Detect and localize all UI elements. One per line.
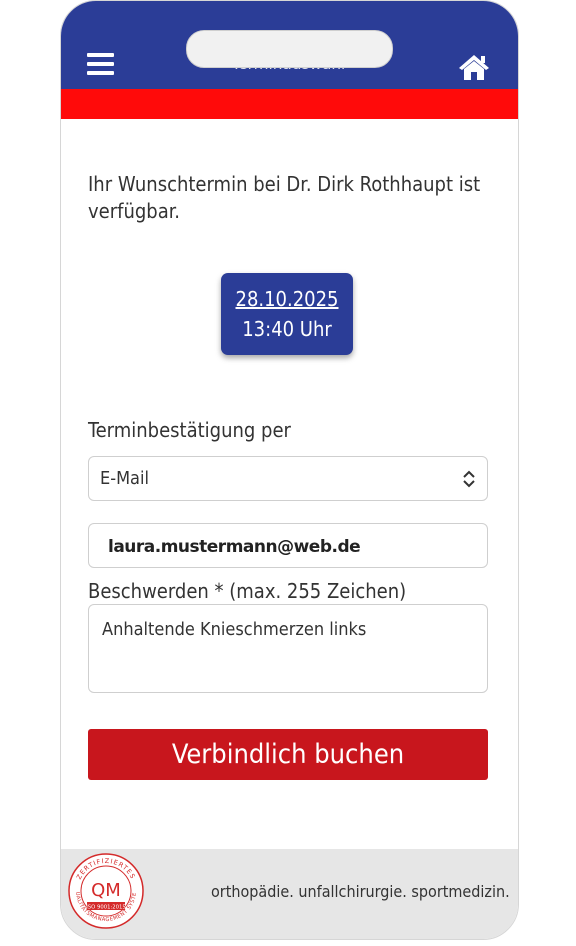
phone-frame: Terminauswahl Ihr Wunschtermin bei Dr. D… — [60, 0, 519, 940]
chevron-up-down-icon — [463, 470, 475, 488]
email-field-value: laura.mustermann@web.de — [108, 537, 361, 557]
confirmation-select[interactable]: E-Mail — [88, 456, 488, 501]
availability-message: Ihr Wunschtermin bei Dr. Dirk Rothhaupt … — [88, 172, 481, 223]
footer-tagline: orthopädie. unfallchirurgie. sportmedizi… — [211, 882, 510, 901]
complaints-textarea-value: Anhaltende Knieschmerzen links — [102, 619, 367, 640]
svg-text:ISO 9001:2015: ISO 9001:2015 — [86, 905, 126, 911]
email-field[interactable]: laura.mustermann@web.de — [88, 523, 488, 568]
confirmation-select-value: E-Mail — [100, 468, 149, 489]
home-icon[interactable] — [458, 53, 490, 81]
header-accent-stripe — [61, 89, 518, 119]
appointment-date[interactable]: 28.10.2025 — [221, 287, 353, 311]
confirmation-label: Terminbestätigung per — [88, 418, 291, 442]
complaints-textarea[interactable]: Anhaltende Knieschmerzen links — [88, 604, 488, 693]
qm-certification-seal: ZERTIFIZIERTES QUALITÄTSMANAGEMENT SYSTE… — [67, 852, 144, 929]
complaints-label: Beschwerden * (max. 255 Zeichen) — [88, 579, 407, 603]
book-button[interactable]: Verbindlich buchen — [88, 729, 488, 780]
footer: ZERTIFIZIERTES QUALITÄTSMANAGEMENT SYSTE… — [61, 849, 518, 939]
appointment-time: 13:40 Uhr — [242, 317, 332, 341]
menu-icon[interactable] — [87, 53, 114, 75]
appointment-badge[interactable]: 28.10.2025 13:40 Uhr — [221, 273, 353, 355]
device-notch — [186, 30, 393, 68]
svg-text:QM: QM — [91, 880, 121, 901]
